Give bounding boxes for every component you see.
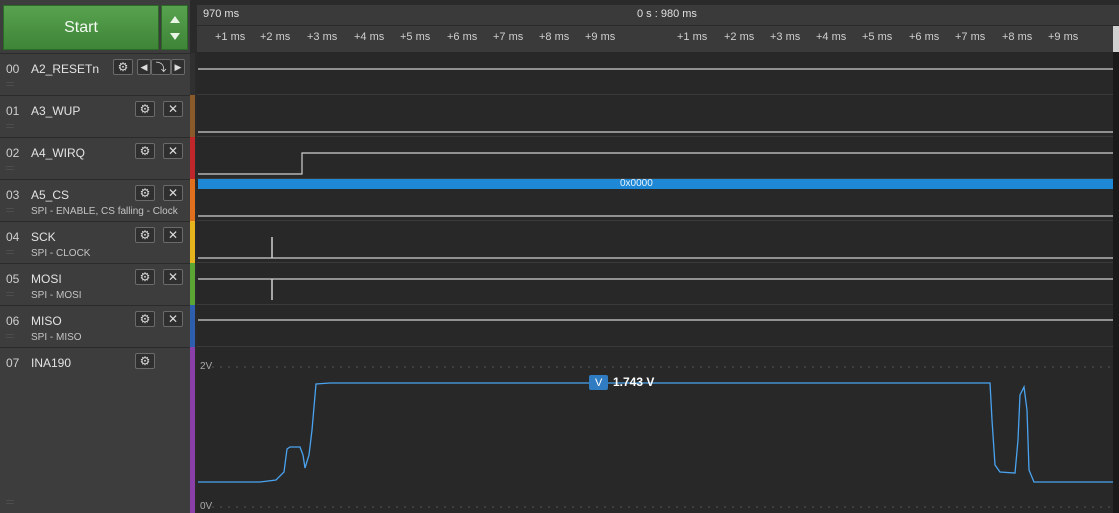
axis-bottom-label: 0V [200,501,213,512]
axis-top-label: 2V [200,361,213,372]
bus-value-label: 0x0000 [620,178,653,189]
spi-enable-bus[interactable] [198,179,1113,189]
vertical-scrollbar[interactable] [1113,52,1119,513]
waveforms [198,68,1113,508]
trace-A4_WIRQ [198,152,1113,175]
trace-INA190 [198,382,1113,483]
scrollbar-thumb[interactable] [1113,26,1119,52]
voltage-marker-icon[interactable]: V [589,375,609,390]
voltage-marker-value: 1.743 V [613,375,655,389]
